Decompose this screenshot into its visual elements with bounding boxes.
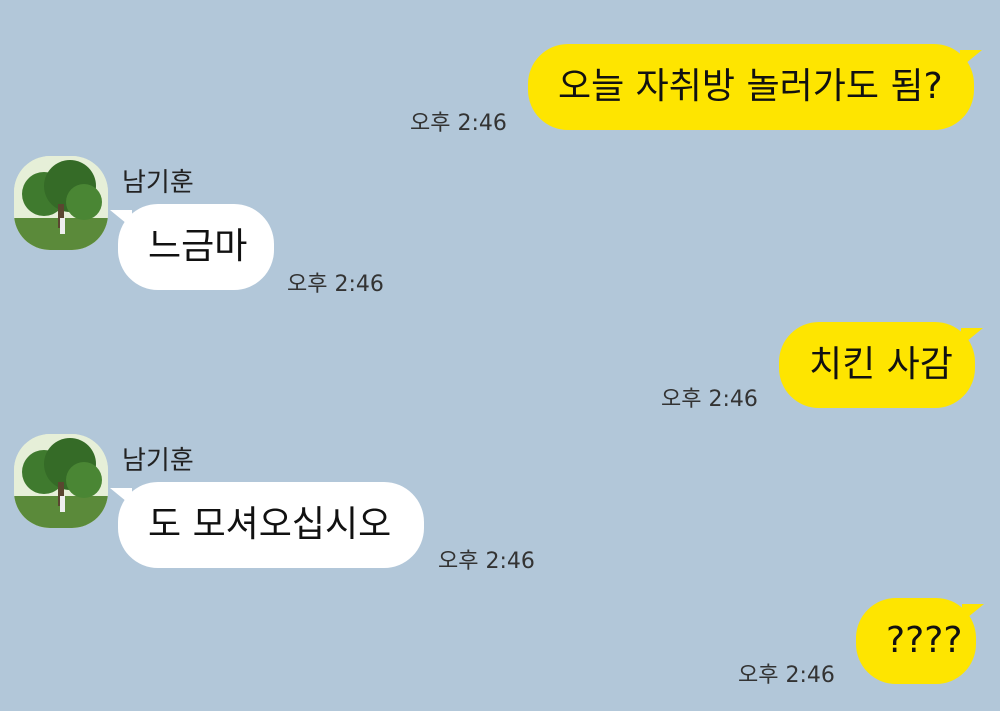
my-message-bubble[interactable]: 오늘 자취방 놀러가도 됨? bbox=[528, 44, 982, 130]
tree-photo-icon bbox=[14, 434, 108, 528]
other-message-bubble[interactable]: 느금마 bbox=[110, 204, 274, 290]
message-time: 오후 2:46 bbox=[438, 549, 535, 574]
message-time: 오후 2:46 bbox=[738, 663, 835, 688]
sender-name: 남기훈 bbox=[122, 168, 194, 198]
my-message-bubble[interactable]: 치킨 사감 bbox=[779, 322, 983, 408]
other-message-bubble[interactable]: 도 모셔오십시오 bbox=[110, 482, 424, 568]
profile-avatar-icon[interactable] bbox=[14, 434, 108, 528]
sender-name: 남기훈 bbox=[122, 446, 194, 476]
message-time: 오후 2:46 bbox=[410, 111, 507, 136]
tree-photo-icon bbox=[14, 156, 108, 250]
profile-avatar-icon[interactable] bbox=[14, 156, 108, 250]
message-time: 오후 2:46 bbox=[287, 272, 384, 297]
message-time: 오후 2:46 bbox=[661, 387, 758, 412]
chat-area[interactable]: 오후 2:46 오늘 자취방 놀러가도 됨? 남기훈 느금마 오후 2:46 오… bbox=[0, 0, 1000, 711]
my-message-bubble[interactable]: ???? bbox=[856, 598, 984, 684]
